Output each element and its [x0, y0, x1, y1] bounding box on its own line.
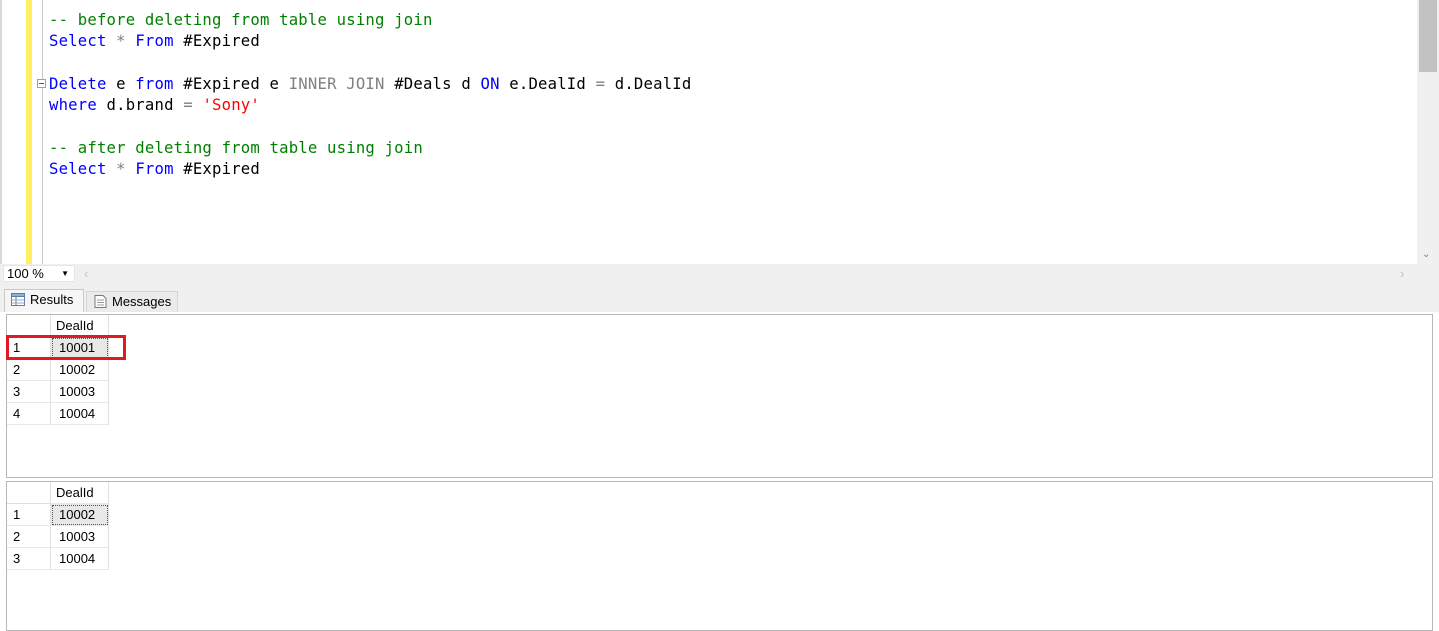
code-line[interactable]: Select * From #Expired — [49, 31, 260, 51]
row-number-header[interactable] — [7, 315, 51, 337]
messages-icon — [94, 295, 107, 308]
table-cell[interactable]: 10002 — [51, 359, 109, 381]
code-token: * — [116, 160, 126, 178]
tab-results-label: Results — [30, 292, 74, 307]
change-tracking-margin — [26, 0, 32, 264]
code-token: #Expired e — [173, 75, 289, 93]
tab-messages-label: Messages — [112, 294, 172, 309]
query-editor[interactable]: -- before deleting from table using join… — [0, 0, 1439, 264]
scroll-left-icon[interactable]: ‹ — [84, 266, 88, 281]
row-number[interactable]: 4 — [7, 403, 51, 425]
zoom-bar: 100 % ▼ ‹ › — [0, 264, 1439, 284]
code-token: Delete — [49, 75, 107, 93]
code-token: e — [106, 75, 136, 93]
code-token: From — [135, 160, 174, 178]
results-tab-strip: Results Messages — [0, 284, 1439, 312]
code-token: -- before deleting from table using join — [49, 11, 433, 29]
highlight-annotation — [6, 335, 126, 360]
table-cell[interactable]: 10004 — [51, 403, 109, 425]
row-number[interactable]: 2 — [7, 359, 51, 381]
code-line[interactable]: -- before deleting from table using join — [49, 10, 433, 30]
collapse-icon[interactable] — [37, 79, 46, 88]
row-number[interactable]: 1 — [7, 504, 51, 526]
code-token: 'Sony' — [202, 96, 260, 114]
scroll-right-icon[interactable]: › — [1400, 266, 1404, 281]
vertical-scrollbar[interactable]: ⌄ — [1417, 0, 1439, 264]
row-number[interactable]: 2 — [7, 526, 51, 548]
grid-icon — [11, 293, 25, 306]
code-token: = — [183, 96, 193, 114]
zoom-dropdown[interactable]: 100 % ▼ — [3, 265, 75, 282]
code-token: -- after deleting from table using join — [49, 139, 423, 157]
row-number[interactable]: 3 — [7, 381, 51, 403]
code-token: #Deals d — [384, 75, 481, 93]
table-cell[interactable]: 10004 — [51, 548, 109, 570]
result-grid-2[interactable]: DealId 1 10002 2 10003 3 10004 — [6, 481, 1433, 631]
code-token: from — [135, 75, 174, 93]
column-header[interactable]: DealId — [51, 482, 109, 504]
code-line[interactable]: Delete e from #Expired e INNER JOIN #Dea… — [49, 74, 691, 94]
table-cell[interactable]: 10002 — [51, 504, 109, 526]
zoom-value: 100 % — [7, 266, 44, 281]
code-token: ON — [480, 75, 500, 93]
code-token: Select — [49, 32, 107, 50]
code-line[interactable]: where d.brand = 'Sony' — [49, 95, 260, 115]
table-cell[interactable]: 10003 — [51, 381, 109, 403]
code-token: INNER JOIN — [288, 75, 385, 93]
code-token: #Expired — [173, 160, 260, 178]
code-token: e.DealId — [499, 75, 596, 93]
code-token: * — [116, 32, 126, 50]
outline-guide — [42, 0, 43, 264]
chevron-down-icon[interactable]: ⌄ — [1422, 249, 1430, 260]
dropdown-caret-icon: ▼ — [61, 269, 69, 278]
scrollbar-thumb[interactable] — [1419, 0, 1437, 72]
code-token: From — [135, 32, 174, 50]
tab-results[interactable]: Results — [4, 289, 84, 312]
table-cell[interactable]: 10003 — [51, 526, 109, 548]
code-line[interactable]: Select * From #Expired — [49, 159, 260, 179]
code-line[interactable]: -- after deleting from table using join — [49, 138, 423, 158]
result-grid-1[interactable]: DealId 1 10001 2 10002 3 10003 4 10004 — [6, 314, 1433, 478]
row-number[interactable]: 3 — [7, 548, 51, 570]
code-token: = — [595, 75, 606, 93]
column-header[interactable]: DealId — [51, 315, 109, 337]
row-number-header[interactable] — [7, 482, 51, 504]
code-token: Select — [49, 160, 107, 178]
editor-border — [0, 0, 2, 264]
code-token: d.brand — [96, 96, 184, 114]
code-token: where — [49, 96, 97, 114]
tab-messages[interactable]: Messages — [86, 291, 178, 312]
code-token: #Expired — [173, 32, 260, 50]
code-token: d.DealId — [605, 75, 692, 93]
